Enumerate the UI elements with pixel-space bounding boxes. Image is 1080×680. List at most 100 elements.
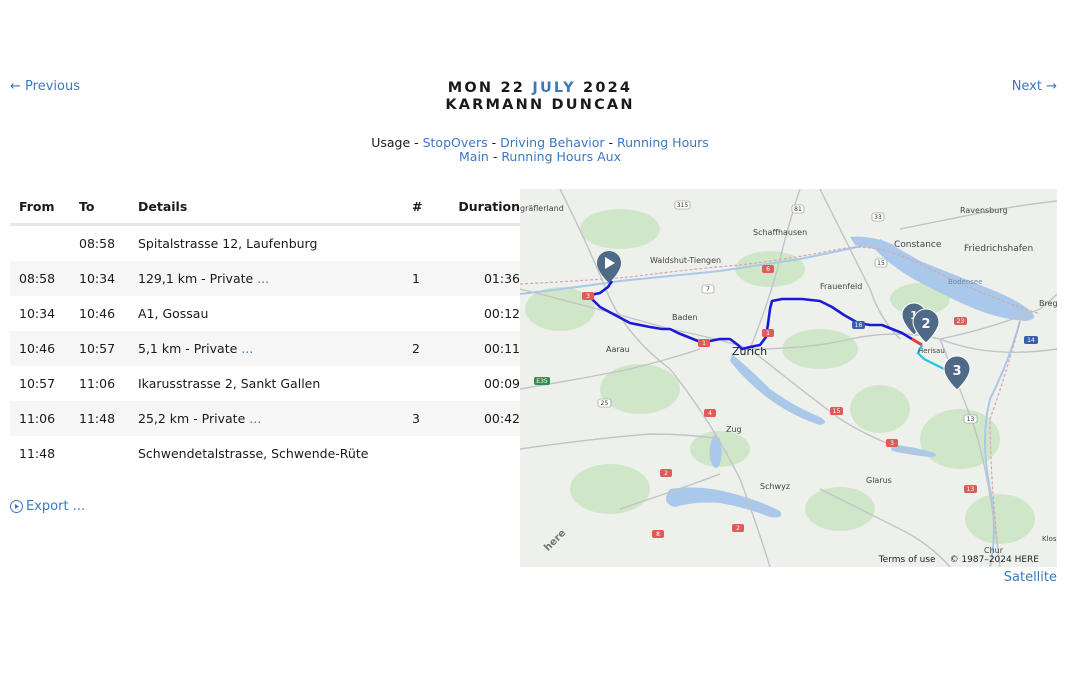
cell-duration: 01:36 [442, 261, 520, 296]
shield-label: 2 [664, 470, 668, 477]
shield-14: 14 [1024, 336, 1038, 344]
running-hours-link[interactable]: Running Hours [617, 135, 709, 150]
terms-of-use-link[interactable]: Terms of use [879, 555, 936, 565]
shield-label: 1 [766, 330, 770, 337]
trip-details-more-link[interactable]: ... [241, 341, 253, 356]
map-footer: Terms of use © 1987–2024 HERE [879, 555, 1039, 565]
place-baden: Baden [672, 313, 697, 322]
trip-details-more-link[interactable]: ... [257, 271, 269, 286]
shield-label: 3 [586, 293, 590, 300]
shield-16: 16 [852, 321, 865, 329]
shield-label: 7 [706, 286, 710, 293]
export-link[interactable]: Export ... [10, 499, 85, 514]
details-text: 129,1 km - Private [138, 271, 254, 286]
cell-from [10, 225, 70, 262]
map-copyright: © 1987–2024 HERE [949, 555, 1039, 565]
place-klos: Klos [1042, 535, 1057, 543]
place-herisau: Herisau [918, 347, 945, 355]
shield-8: 8 [652, 530, 664, 538]
play-circle-icon [10, 500, 23, 513]
place-bodensee: Bodensee [948, 278, 983, 286]
place-glarus: Glarus [866, 476, 892, 485]
place-friedrichshafen: Friedrichshafen [964, 244, 1033, 254]
cell-duration: 00:11 [442, 331, 520, 366]
details-text: A1, Gossau [138, 306, 209, 321]
cell-duration [442, 436, 520, 471]
cell-number: 3 [403, 401, 442, 436]
shield-e35: E35 [534, 377, 550, 385]
cell-number: 1 [403, 261, 442, 296]
trips-table: From To Details # Duration 08:58 Spitals… [10, 189, 520, 471]
cell-to: 08:58 [79, 236, 116, 251]
satellite-toggle[interactable]: Satellite [1004, 570, 1057, 585]
cell-to: 11:06 [79, 376, 116, 391]
cell-from: 08:58 [10, 261, 70, 296]
shield-label: 8 [656, 531, 660, 538]
place-schwyz: Schwyz [760, 482, 790, 491]
main-link[interactable]: Main [459, 149, 489, 164]
details-text: Schwendetalstrasse, Schwende-Rüte [138, 446, 369, 461]
cell-details: 129,1 km - Private ... [129, 261, 403, 296]
shield-15: 15 [874, 258, 888, 268]
trip-details-more-link[interactable]: ... [249, 411, 261, 426]
cell-from: 10:46 [10, 331, 70, 366]
shield-81: 81 [791, 204, 805, 214]
report-links: Usage - StopOvers - Driving Behavior - R… [0, 136, 1080, 163]
place-chur: Chur [984, 546, 1004, 555]
export-label: Export ... [26, 499, 86, 514]
cell-duration: 00:12 [483, 306, 520, 321]
shield-label: 4 [708, 410, 712, 417]
header-duration: Duration [442, 189, 520, 226]
route-map[interactable]: 315 81 33 7 6 15 3 1 1 16 23 14 1 E35 25… [520, 189, 1057, 567]
shield-label: 81 [794, 206, 802, 213]
shield-1a: 1 [698, 339, 710, 347]
cell-to: 11:48 [70, 401, 129, 436]
cell-number [403, 436, 442, 471]
map-canvas[interactable]: 315 81 33 7 6 15 3 1 1 16 23 14 1 E35 25… [520, 189, 1057, 567]
table-header-row: From To Details # Duration [10, 189, 520, 226]
cell-details: Spitalstrasse 12, Laufenburg [129, 225, 403, 262]
place-waldshut: Waldshut-Tiengen [650, 256, 721, 265]
place-zurich: Zurich [732, 345, 767, 358]
date-day: MON 22 [447, 80, 526, 96]
shield-label: 2 [736, 525, 740, 532]
running-hours-aux-link[interactable]: Running Hours Aux [501, 149, 621, 164]
shield-13: 13 [963, 414, 978, 424]
cell-number [403, 366, 442, 401]
report-links-row-2: Main - Running Hours Aux [0, 148, 1080, 164]
cell-details: Ikarusstrasse 2, Sankt Gallen [129, 366, 403, 401]
shield-label: 1 [702, 340, 706, 347]
shield-label: 23 [957, 318, 965, 325]
details-text: Ikarusstrasse 2, Sankt Gallen [138, 376, 321, 391]
shield-25: 25 [597, 398, 612, 408]
shield-label: 13 [967, 486, 975, 493]
cell-duration: 00:09 [483, 376, 520, 391]
table-row: 11:06 11:48 25,2 km - Private ... 3 00:4… [10, 401, 520, 436]
table-row: 10:34 10:46 A1, Gossau 00:12 [10, 296, 520, 331]
shield-label: 15 [833, 408, 841, 415]
cell-from: 10:34 [19, 306, 56, 321]
details-text: Spitalstrasse 12, Laufenburg [138, 236, 318, 251]
date-title: MON 22 JULY 2024 [0, 80, 1080, 97]
shield-2: 2 [660, 469, 672, 477]
shield-13b: 13 [964, 485, 977, 493]
shield-33: 33 [871, 212, 885, 222]
cell-from: 11:48 [19, 446, 56, 461]
shield-315: 315 [674, 200, 691, 210]
shield-3b: 3 [886, 439, 898, 447]
link-separator: - [488, 148, 502, 164]
place-aarau: Aarau [606, 345, 630, 354]
place-schaffhausen: Schaffhausen [753, 228, 807, 237]
cell-number [403, 225, 442, 262]
cell-number [403, 296, 442, 331]
table-row: 10:57 11:06 Ikarusstrasse 2, Sankt Galle… [10, 366, 520, 401]
shield-label: 16 [855, 322, 863, 329]
place-constance: Constance [894, 240, 942, 250]
marker-label: 3 [952, 364, 961, 379]
report-links-row-1: Usage - StopOvers - Driving Behavior - R… [0, 136, 1080, 150]
shield-23: 23 [954, 317, 967, 325]
shield-6: 6 [762, 265, 774, 273]
cell-from: 10:57 [19, 376, 56, 391]
place-zug: Zug [726, 425, 742, 434]
shield-label: 14 [1027, 337, 1035, 344]
